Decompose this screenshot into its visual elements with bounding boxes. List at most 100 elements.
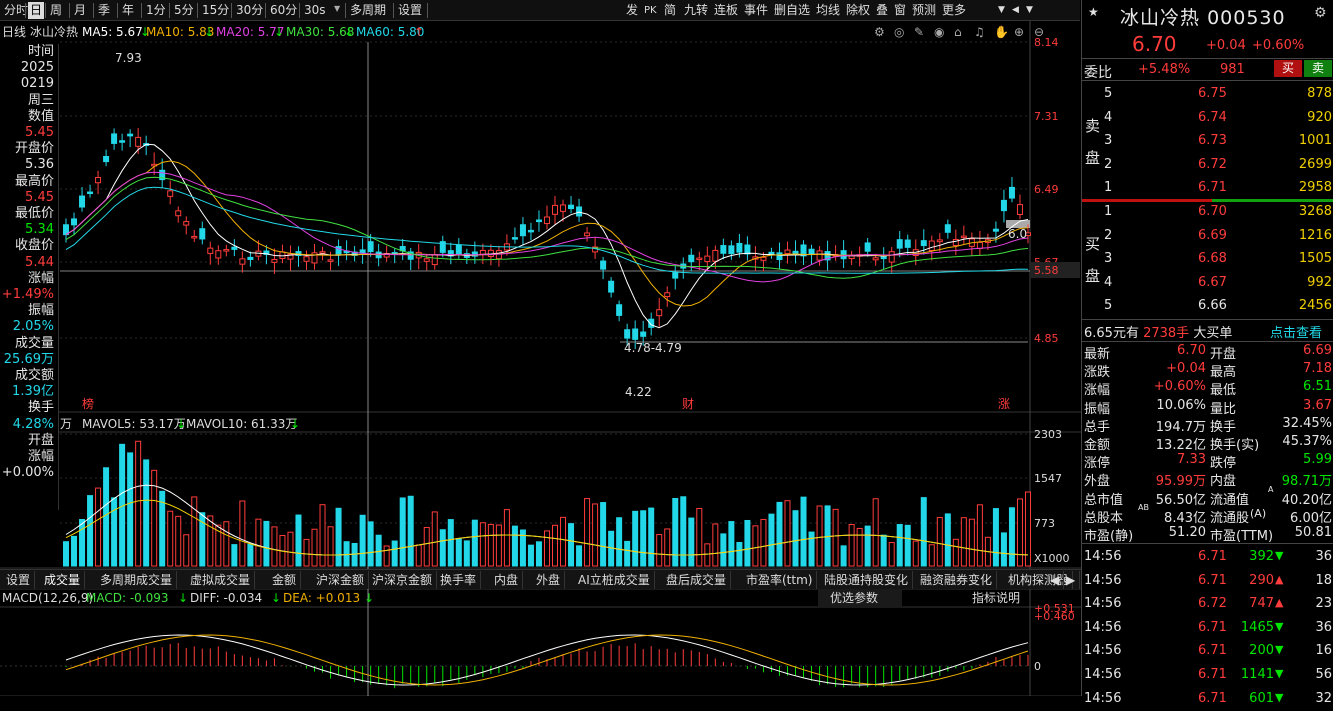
candle-body [936,239,943,243]
toolbar-action-12[interactable]: 更多 [940,2,968,19]
buy-level-3: 3 6.68 1505 [1082,248,1333,271]
collapse-left-icon[interactable]: ◀ [1010,2,1021,19]
collapse-down-icon[interactable]: ▼ [1024,2,1035,19]
indicator-tab-10[interactable]: AI立桩成交量 [574,571,655,589]
cursor-price-label: 5.58 [1034,264,1059,277]
toolbar-action-5[interactable]: 事件 [742,2,770,19]
volume-bar [87,495,94,567]
buy-button[interactable]: 买 [1274,60,1302,77]
candle-body [960,235,967,239]
indicator-tab-14[interactable]: 融资融券变化 [916,571,998,589]
toolbar-action-9[interactable]: 叠 [874,2,890,19]
toolbar-action-3[interactable]: 九转 [682,2,710,19]
more-dropdown-icon[interactable]: ▼ [996,2,1007,19]
period-tab-1[interactable]: 日 [28,2,45,19]
indicator-tab-2[interactable]: 多周期成交量 [96,571,178,589]
toolbar-action-6[interactable]: 删自选 [772,2,812,19]
volume-bar [143,459,150,567]
period-tab-8[interactable]: 15分 [200,2,231,19]
sell-button[interactable]: 卖 [1304,60,1332,77]
candle-body [784,249,791,255]
volume-bar [920,497,927,567]
toolbar-action-11[interactable]: 预测 [910,2,938,19]
toolbar-action-10[interactable]: 窗 [892,2,908,19]
period-tab-12[interactable]: 多周期 [348,2,388,19]
settings-gear-icon[interactable]: ⚙ [1314,5,1327,21]
ma-legend: MA5: 5.67 [82,25,143,39]
candle-body [816,250,823,261]
tick-row: 14:56 6.71 200 ▼ 16 [1082,640,1333,663]
quote-row: 金额 13.22亿 换手(实) 45.37% [1082,433,1333,453]
volume-bar [712,523,719,567]
volume-bar [736,541,743,567]
info-label: 振幅 [27,303,54,319]
indicator-tab-11[interactable]: 盘后成交量 [662,571,732,589]
volume-bar [247,543,254,567]
toolbar-action-2[interactable]: 简 [662,2,678,19]
indicator-tab-9[interactable]: 外盘 [532,571,566,589]
indicator-tab-5[interactable]: 沪深金额 [312,571,370,589]
toolbar-action-7[interactable]: 均线 [814,2,842,19]
toolbar-action-0[interactable]: 发 [624,2,640,19]
quote-value: 51.20 [1168,525,1206,540]
volume-bar [271,526,278,567]
toolbar-action-4[interactable]: 连板 [712,2,740,19]
indicator-tab-3[interactable]: 虚拟成交量 [186,571,256,589]
indicator-tab-12[interactable]: 市盈率(ttm) [742,571,818,589]
star-icon[interactable]: ★ [1088,5,1099,19]
view-big-order-link[interactable]: 点击查看 [1270,322,1322,341]
tick-price: 6.71 [1198,690,1227,706]
volume-bar [439,529,446,567]
period-tab-10[interactable]: 60分 [268,2,299,19]
stock-code: 000530 [1207,7,1286,29]
ma-legend-arrow: ↓ [344,25,354,39]
period-tab-2[interactable]: 周 [48,2,64,19]
indicator-tab-4[interactable]: 金额 [268,571,302,589]
info-label: 周三 [27,92,54,108]
candle-body [367,241,374,253]
period-tab-11[interactable]: 30s [302,2,328,19]
period-tab-9[interactable]: 30分 [234,2,265,19]
indicator-tab-1[interactable]: 成交量 [40,571,86,589]
period-tab-4[interactable]: 季 [96,2,112,19]
level-volume: 1505 [1298,251,1332,267]
quote-label: 最低 [1210,383,1237,399]
volume-bar [592,503,599,567]
indicator-tab-13[interactable]: 陆股通持股变化 [820,571,914,589]
candle-body [327,259,334,262]
tick-row: 14:56 6.71 1465 ▼ 36 [1082,617,1333,640]
indicator-tab-0[interactable]: 设置 [2,571,36,589]
volume-bar [495,524,502,567]
level-volume: 920 [1307,109,1332,125]
period-tab-13[interactable]: 设置 [396,2,424,19]
candle-body [864,242,871,252]
candle-body [527,229,534,233]
volume-bar [231,544,238,567]
quote-value: 6.69 [1303,343,1332,358]
toolbar-action-1[interactable]: PK [642,2,659,19]
kline-chart[interactable]: 8.147.316.495.674.855.5823031547773X1000… [0,21,1081,696]
price-tick: 4.85 [1034,332,1059,345]
indicator-tab-6[interactable]: 沪深京金额 [368,571,438,589]
period-tab-5[interactable]: 年 [120,2,136,19]
volume-bar [167,510,174,567]
candle-body [535,219,542,223]
period-tab-3[interactable]: 月 [72,2,88,19]
volume-bar [431,511,438,567]
candle-body [768,251,775,255]
period-tab-6[interactable]: 1分 [144,2,168,19]
dropdown-arrow-icon[interactable]: ▼ [334,4,340,13]
period-label: 日线 [2,25,26,39]
indicator-tab-8[interactable]: 内盘 [490,571,524,589]
quote-row: 总股本 8.43亿 流通股 6.00亿 [1082,506,1333,526]
quote-label: 总手 [1084,419,1111,435]
level-volume: 1216 [1298,227,1332,243]
candle-body [720,245,727,254]
vol-unit-label: 万 [60,417,72,431]
ma-legend-arrow: ↑ [414,25,424,39]
volume-bar [640,510,647,567]
toolbar-action-8[interactable]: 除权 [844,2,872,19]
indicator-tab-7[interactable]: 换手率 [436,571,482,589]
tabs-next-icon[interactable]: ▶ [1062,571,1081,589]
period-tab-7[interactable]: 5分 [172,2,196,19]
